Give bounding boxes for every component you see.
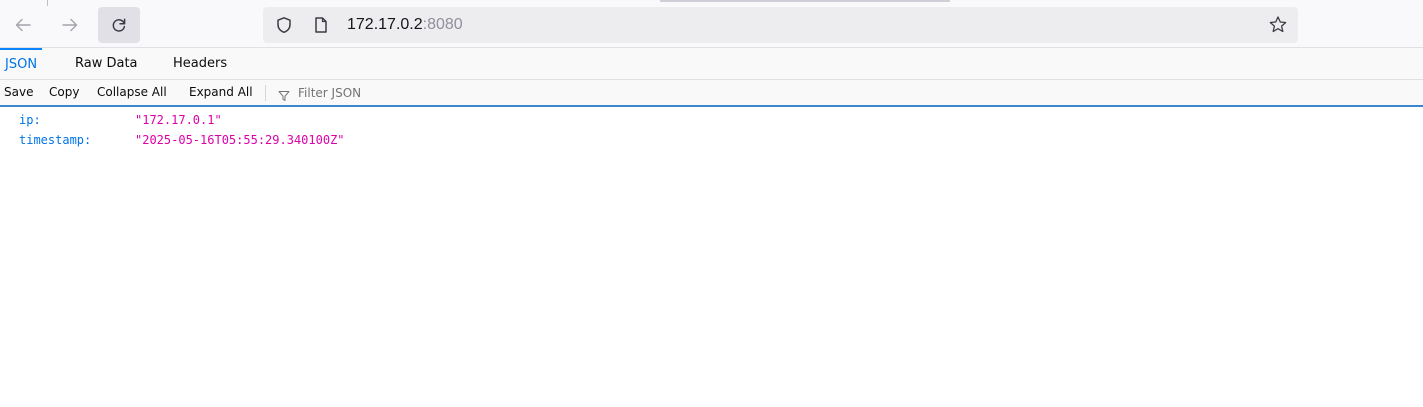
json-key: ip: <box>19 113 41 127</box>
json-value: "2025-05-16T05:55:29.340100Z" <box>135 133 345 147</box>
filter-json-box[interactable] <box>274 82 474 103</box>
tab-headers[interactable]: Headers <box>168 48 232 79</box>
star-icon[interactable] <box>1268 15 1288 39</box>
url-text[interactable]: 172.17.0.2:8080 <box>347 15 463 35</box>
expand-all-button[interactable]: Expand All <box>189 80 253 105</box>
json-row[interactable]: timestamp: "2025-05-16T05:55:29.340100Z" <box>0 129 1423 151</box>
json-actions-toolbar: Save Copy Collapse All Expand All <box>0 80 1423 107</box>
reload-icon <box>110 16 128 34</box>
filter-icon <box>278 87 290 106</box>
tab-raw-data[interactable]: Raw Data <box>70 48 143 79</box>
back-button[interactable] <box>6 8 40 42</box>
json-row[interactable]: ip: "172.17.0.1" <box>0 109 1423 131</box>
url-host: 172.17.0.2 <box>347 16 423 33</box>
reload-button[interactable] <box>98 7 140 43</box>
tab-json[interactable]: JSON <box>0 48 43 79</box>
filter-json-input[interactable] <box>294 82 474 103</box>
json-content: ip: "172.17.0.1" timestamp: "2025-05-16T… <box>0 109 1423 407</box>
copy-button[interactable]: Copy <box>49 80 79 105</box>
json-key: timestamp: <box>19 133 92 147</box>
json-value: "172.17.0.1" <box>135 113 222 127</box>
browser-toolbar: 172.17.0.2:8080 <box>0 0 1423 48</box>
address-bar[interactable]: 172.17.0.2:8080 <box>263 7 1298 43</box>
url-port: :8080 <box>422 16 463 33</box>
forward-arrow-icon <box>60 15 80 35</box>
collapse-all-button[interactable]: Collapse All <box>97 80 167 105</box>
forward-button[interactable] <box>53 8 87 42</box>
json-viewer-tabs: JSON Raw Data Headers <box>0 48 1423 80</box>
shield-icon[interactable] <box>275 16 293 38</box>
save-button[interactable]: Save <box>4 80 33 105</box>
tab-strip-edge <box>660 0 950 2</box>
toolbar-separator <box>265 85 266 101</box>
back-arrow-icon <box>13 15 33 35</box>
tab-divider <box>47 0 48 6</box>
page-icon[interactable] <box>312 16 330 38</box>
